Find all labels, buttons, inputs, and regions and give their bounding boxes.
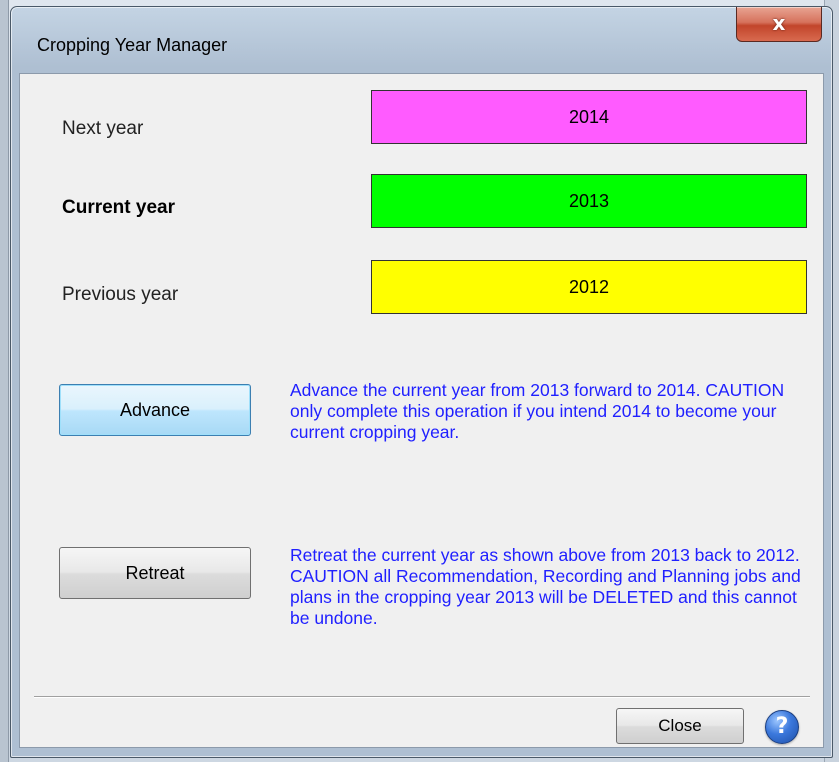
advance-button[interactable]: Advance — [59, 384, 251, 436]
close-icon: x — [772, 11, 786, 35]
background-left-edge — [0, 0, 9, 762]
retreat-description: Retreat the current year as shown above … — [290, 545, 801, 628]
previous-year-field: 2012 — [371, 260, 807, 314]
footer-separator — [34, 696, 810, 698]
dialog-content: Next year 2014 Current year 2013 Previou… — [19, 73, 824, 748]
help-icon[interactable]: ? — [765, 710, 799, 744]
next-year-field: 2014 — [371, 90, 807, 144]
previous-year-label: Previous year — [62, 284, 179, 305]
title-bar[interactable]: Cropping Year Manager x — [11, 7, 832, 73]
current-year-field: 2013 — [371, 174, 807, 228]
current-year-label: Current year — [62, 197, 175, 218]
retreat-button[interactable]: Retreat — [59, 547, 251, 599]
cropping-year-manager-dialog: Cropping Year Manager x Next year 2014 C… — [10, 6, 833, 758]
next-year-label: Next year — [62, 118, 144, 139]
window-title: Cropping Year Manager — [37, 35, 228, 55]
advance-description: Advance the current year from 2013 forwa… — [290, 380, 785, 442]
close-button[interactable]: Close — [616, 708, 744, 744]
close-window-button[interactable]: x — [736, 7, 822, 42]
